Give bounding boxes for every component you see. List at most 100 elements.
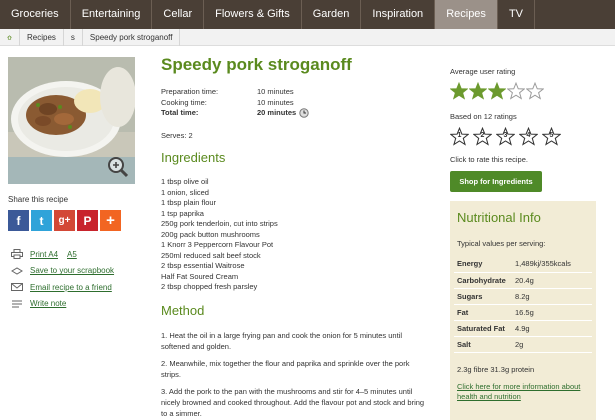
nutrient-value: 1,489kj/355kcals [512, 256, 592, 273]
ingredient-item: 2 tbsp chopped fresh parsley [161, 282, 258, 291]
serves: Serves: 2 [161, 131, 193, 140]
nutrient-value: 16.5g [512, 304, 592, 321]
pinterest-icon: P [83, 213, 92, 228]
method-step: 1. Heat the oil in a large frying pan an… [161, 331, 402, 351]
breadcrumb: Recipes s Speedy pork stroganoff [0, 28, 615, 46]
prep-time-row: Preparation time: 10 minutes [161, 87, 309, 98]
ingredient-item: Half Fat Soured Cream [161, 271, 239, 281]
ingredient-item: 200g pack button mushrooms [161, 229, 260, 239]
zoom-icon[interactable] [106, 155, 130, 179]
nutrient-value: 4.9g [512, 320, 592, 337]
scrapbook-row: Save to your scrapbook [11, 263, 114, 280]
nutrient-label: Energy [454, 256, 512, 273]
rate-stars: 1 2 3 4 5 [449, 126, 562, 146]
print-a4-link[interactable]: Print A4 [30, 250, 58, 259]
facebook-icon: f [16, 213, 21, 228]
ingredient-item: 1 tbsp olive oil [161, 177, 209, 186]
health-nutrition-link[interactable]: Click here for more information about he… [457, 382, 592, 402]
top-nav: Groceries Entertaining Cellar Flowers & … [0, 0, 615, 29]
shop-for-ingredients-button[interactable]: Shop for Ingredients [450, 171, 542, 192]
plus-icon: + [106, 212, 115, 229]
nav-item-garden[interactable]: Garden [302, 0, 362, 29]
nav-item-tv[interactable]: TV [498, 0, 535, 29]
nav-item-cellar[interactable]: Cellar [152, 0, 205, 29]
ingredients-heading: Ingredients [161, 150, 226, 165]
recipe-times: Preparation time: 10 minutes Cooking tim… [161, 87, 309, 119]
click-to-rate-text: Click to rate this recipe. [450, 155, 528, 164]
save-to-scrapbook-link[interactable]: Save to your scrapbook [30, 266, 114, 275]
nutrition-title: Nutritional Info [457, 210, 541, 225]
star-filled-icon [488, 82, 506, 100]
table-row: Sugars 8.2g [454, 288, 592, 305]
total-time-row: Total time: 20 minutes [161, 108, 309, 119]
google-plus-icon: g+ [58, 215, 71, 226]
clock-icon [299, 108, 309, 118]
nutrient-value: 20.4g [512, 272, 592, 289]
cook-time-row: Cooking time: 10 minutes [161, 98, 309, 109]
pinterest-share-button[interactable]: P [77, 210, 98, 231]
print-row: Print A4 A5 [11, 246, 114, 263]
method-step: 2. Meanwhile, mix together the flour and… [161, 359, 410, 379]
rate-star-5[interactable]: 5 [541, 126, 562, 146]
nutrition-panel: Nutritional Info Typical values per serv… [450, 201, 596, 420]
nutrient-value: 2g [512, 336, 592, 353]
recipe-actions: Print A4 A5 Save to your scrapbook Email… [11, 246, 114, 312]
average-rating-label: Average user rating [450, 67, 516, 76]
nav-item-entertaining[interactable]: Entertaining [71, 0, 153, 29]
scrapbook-icon [11, 267, 23, 275]
fibre-protein-text: 2.3g fibre 31.3g protein [457, 365, 535, 374]
rate-star-number: 4 [526, 132, 531, 139]
home-icon[interactable] [0, 28, 20, 46]
total-time-value: 20 minutes [257, 108, 297, 117]
table-row: Carbohydrate 20.4g [454, 272, 592, 289]
rate-star-number: 3 [503, 132, 508, 139]
rate-star-1[interactable]: 1 [449, 126, 470, 146]
print-a5-link[interactable]: A5 [67, 250, 77, 259]
ratings-count: Based on 12 ratings [450, 112, 517, 121]
prep-time-value: 10 minutes [257, 87, 294, 96]
note-row: Write note [11, 296, 114, 313]
nav-item-recipes[interactable]: Recipes [435, 0, 498, 29]
nutrient-value: 8.2g [512, 288, 592, 305]
breadcrumb-item-recipes[interactable]: Recipes [20, 28, 64, 46]
star-empty-icon [526, 82, 544, 100]
printer-icon [11, 249, 23, 260]
cook-time-label: Cooking time: [161, 97, 207, 107]
ingredient-item: 250g pork tenderloin, cut into strips [161, 219, 278, 228]
total-time-label: Total time: [161, 108, 199, 117]
share-title: Share this recipe [8, 195, 69, 204]
email-row: Email recipe to a friend [11, 279, 114, 296]
more-share-button[interactable]: + [100, 210, 121, 231]
star-filled-icon [450, 82, 468, 100]
write-note-link[interactable]: Write note [30, 299, 66, 308]
rate-star-number: 5 [549, 132, 554, 139]
nav-item-flowers-gifts[interactable]: Flowers & Gifts [204, 0, 302, 29]
nutrient-label: Salt [454, 336, 512, 353]
nutrient-label: Carbohydrate [454, 272, 512, 289]
method-heading: Method [161, 303, 205, 318]
nav-item-inspiration[interactable]: Inspiration [361, 0, 436, 29]
cook-time-value: 10 minutes [257, 97, 294, 107]
table-row: Saturated Fat 4.9g [454, 320, 592, 337]
table-row: Energy 1,489kj/355kcals [454, 256, 592, 273]
twitter-share-button[interactable]: t [31, 210, 52, 231]
ingredient-item: 1 tsp paprika [161, 208, 204, 218]
email-recipe-link[interactable]: Email recipe to a friend [30, 283, 112, 292]
recipe-photo[interactable] [8, 57, 135, 184]
breadcrumb-item-s[interactable]: s [64, 28, 83, 46]
rate-star-2[interactable]: 2 [472, 126, 493, 146]
nav-item-groceries[interactable]: Groceries [0, 0, 71, 29]
ingredient-item: 1 tbsp plain flour [161, 198, 217, 207]
nutrition-subtitle: Typical values per serving: [457, 239, 546, 248]
note-icon [12, 300, 22, 308]
twitter-icon: t [39, 213, 44, 228]
nutrient-label: Fat [454, 304, 512, 321]
ingredient-item: 250ml reduced salt beef stock [161, 250, 261, 260]
google-plus-share-button[interactable]: g+ [54, 210, 75, 231]
rate-star-3[interactable]: 3 [495, 126, 516, 146]
method-steps: 1. Heat the oil in a large frying pan an… [161, 330, 431, 420]
breadcrumb-item-current: Speedy pork stroganoff [83, 28, 181, 46]
rate-star-4[interactable]: 4 [518, 126, 539, 146]
average-rating-stars [450, 82, 544, 100]
facebook-share-button[interactable]: f [8, 210, 29, 231]
